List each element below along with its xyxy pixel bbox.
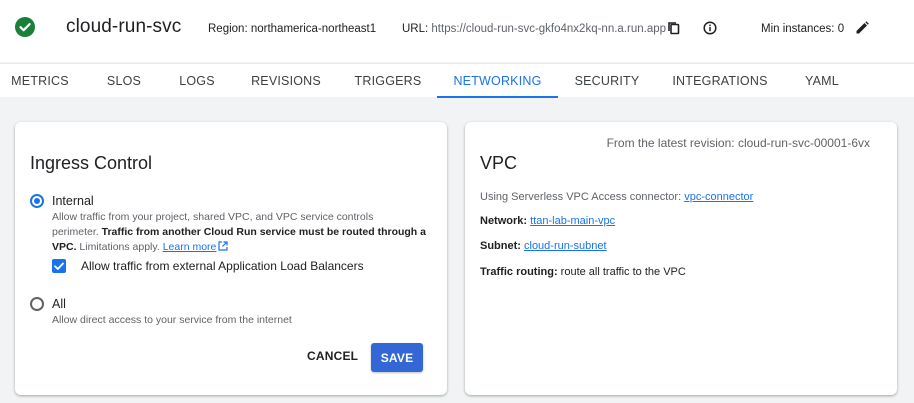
service-url[interactable]: https://cloud-run-svc-gkfo4nx2kq-nn.a.ru…	[431, 23, 666, 35]
min-instances-label: Min instances: 0	[761, 23, 845, 35]
open-in-new-icon[interactable]	[218, 241, 229, 251]
traffic-routing-row: Traffic routing: route all traffic to th…	[480, 266, 686, 278]
internal-desc-line2-bold: Traffic from another Cloud Run service m…	[101, 226, 426, 238]
vpc-connector-link[interactable]: vpc-connector	[684, 191, 753, 203]
ingress-control-card: Ingress Control Internal Allow traffic f…	[15, 122, 447, 395]
traffic-routing-label: Traffic routing:	[480, 266, 561, 278]
url-label: URL:	[402, 23, 429, 35]
service-title: cloud-run-svc	[66, 16, 182, 37]
internal-label[interactable]: Internal	[52, 194, 94, 208]
tab-revisions[interactable]: REVISIONS	[238, 64, 334, 98]
info-icon[interactable]	[703, 21, 717, 35]
internal-desc-line2: perimeter. Traffic from another Cloud Ru…	[52, 225, 442, 240]
vpc-connector-row: Using Serverless VPC Access connector: v…	[480, 191, 753, 203]
subnet-row: Subnet: cloud-run-subnet	[480, 240, 607, 252]
all-description: Allow direct access to your service from…	[52, 314, 292, 326]
network-link[interactable]: ttan-lab-main-vpc	[530, 215, 615, 227]
internal-desc-line3-text: Limitations apply.	[76, 241, 163, 253]
revision-note: From the latest revision: cloud-run-svc-…	[606, 136, 870, 150]
tab-security[interactable]: SECURITY	[564, 64, 650, 98]
network-label: Network:	[480, 215, 531, 227]
check-circle-icon	[15, 17, 35, 37]
vpc-card: From the latest revision: cloud-run-svc-…	[465, 122, 897, 395]
region-label: Region: northamerica-northeast1	[208, 23, 377, 35]
vpc-title: VPC	[480, 153, 518, 173]
vpc-connector-label: Using Serverless VPC Access connector:	[480, 191, 685, 203]
tab-bar: METRICS SLOS LOGS REVISIONS TRIGGERS NET…	[0, 63, 914, 98]
tab-metrics[interactable]: METRICS	[0, 64, 80, 98]
ingress-title: Ingress Control	[30, 153, 153, 173]
all-label[interactable]: All	[52, 297, 66, 311]
tab-slos[interactable]: SLOS	[89, 64, 159, 98]
learn-more-link[interactable]: Learn more	[163, 241, 217, 253]
internal-radio[interactable]	[30, 194, 44, 208]
cancel-button[interactable]: CANCEL	[307, 343, 358, 369]
url-info: URL: https://cloud-run-svc-gkfo4nx2kq-nn…	[402, 23, 666, 35]
tab-triggers[interactable]: TRIGGERS	[342, 64, 434, 98]
pencil-icon[interactable]	[855, 21, 869, 35]
alb-checkbox-label[interactable]: Allow traffic from external Application …	[81, 259, 364, 273]
traffic-routing-value: route all traffic to the VPC	[560, 266, 686, 278]
copy-icon[interactable]	[667, 21, 681, 35]
tab-yaml[interactable]: YAML	[786, 64, 858, 98]
tab-integrations[interactable]: INTEGRATIONS	[664, 64, 776, 98]
subnet-link[interactable]: cloud-run-subnet	[524, 240, 607, 252]
tab-networking[interactable]: NETWORKING	[437, 64, 558, 98]
internal-desc-line3-bold: VPC.	[52, 241, 77, 253]
internal-desc-line2-text: perimeter.	[52, 226, 102, 238]
network-row: Network: ttan-lab-main-vpc	[480, 215, 615, 227]
internal-desc-line3: VPC. Limitations apply. Learn more	[52, 240, 442, 255]
internal-description: Allow traffic from your project, shared …	[52, 210, 442, 255]
alb-checkbox[interactable]	[52, 259, 66, 273]
save-button[interactable]: SAVE	[371, 343, 423, 372]
tab-logs[interactable]: LOGS	[166, 64, 228, 98]
subnet-label: Subnet:	[480, 240, 524, 252]
internal-desc-line1: Allow traffic from your project, shared …	[52, 211, 374, 223]
all-radio[interactable]	[30, 297, 44, 311]
service-header: cloud-run-svc Region: northamerica-north…	[0, 0, 914, 62]
